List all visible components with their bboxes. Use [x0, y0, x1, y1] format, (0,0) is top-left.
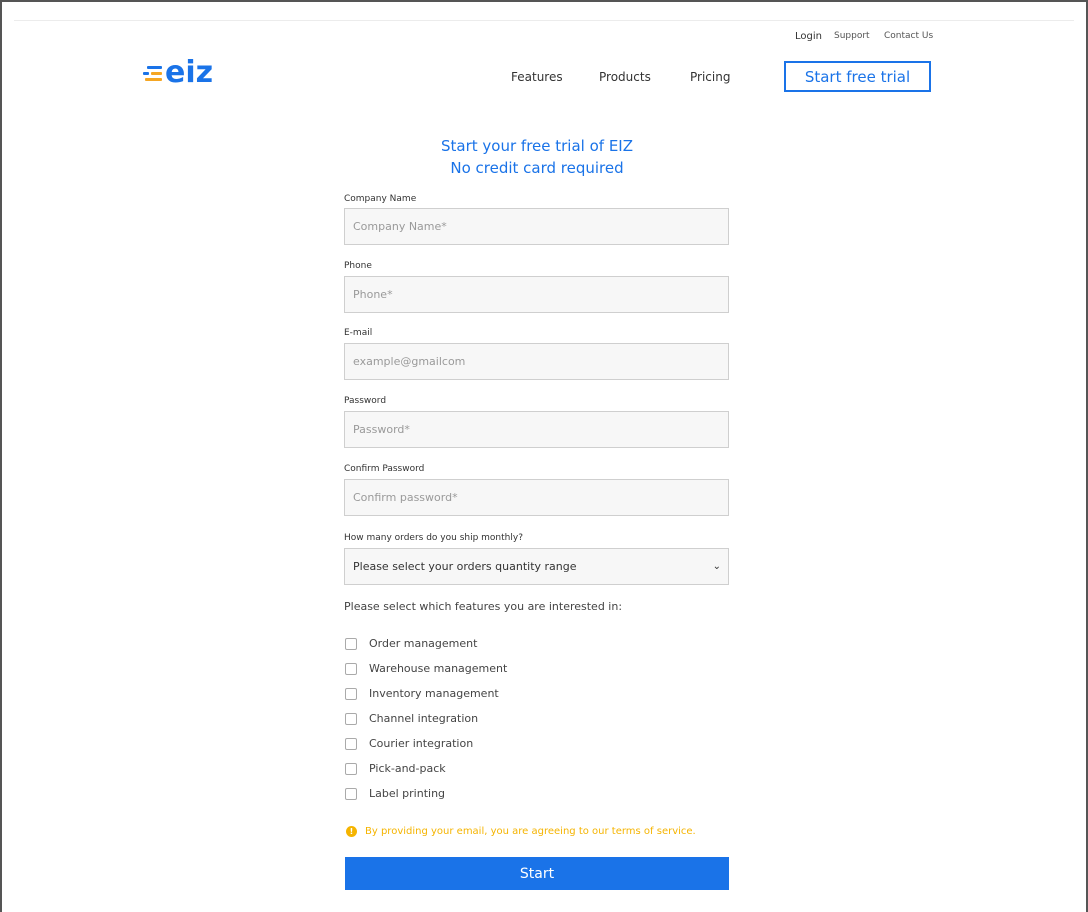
- login-link[interactable]: Login: [795, 31, 822, 42]
- feature-label: Order management: [369, 637, 478, 650]
- phone-input[interactable]: [344, 276, 729, 313]
- header-divider: [14, 20, 1074, 21]
- feature-label: Label printing: [369, 787, 446, 800]
- logo-text: eiz: [165, 55, 214, 90]
- feature-label: Warehouse management: [369, 662, 508, 675]
- feature-checkbox[interactable]: [345, 737, 357, 750]
- feature-option[interactable]: Pick-and-pack: [345, 762, 446, 775]
- terms-notice: ! By providing your email, you are agree…: [346, 826, 696, 837]
- orders-select[interactable]: Please select your orders quantity range…: [344, 548, 729, 585]
- feature-checkbox[interactable]: [345, 637, 357, 650]
- feature-option[interactable]: Order management: [345, 637, 477, 650]
- feature-checkbox[interactable]: [345, 787, 357, 800]
- email-input[interactable]: [344, 343, 729, 380]
- contact-us-link[interactable]: Contact Us: [884, 31, 933, 41]
- confirm-password-input[interactable]: [344, 479, 729, 516]
- nav-products[interactable]: Products: [599, 70, 651, 84]
- terms-notice-text: By providing your email, you are agreein…: [365, 826, 696, 837]
- logo-lines-icon: [143, 64, 162, 82]
- feature-label: Channel integration: [369, 712, 479, 725]
- feature-checkbox[interactable]: [345, 687, 357, 700]
- chevron-down-icon: ⌄: [712, 561, 721, 572]
- feature-label: Inventory management: [369, 687, 499, 700]
- feature-option[interactable]: Label printing: [345, 787, 445, 800]
- password-input[interactable]: [344, 411, 729, 448]
- nav-features[interactable]: Features: [511, 70, 563, 84]
- company-name-label: Company Name: [344, 194, 417, 204]
- feature-label: Pick-and-pack: [369, 762, 446, 775]
- orders-label: How many orders do you ship monthly?: [344, 533, 523, 543]
- support-link[interactable]: Support: [834, 31, 870, 41]
- phone-label: Phone: [344, 261, 372, 271]
- info-icon: !: [346, 826, 357, 837]
- feature-option[interactable]: Inventory management: [345, 687, 499, 700]
- orders-select-value: Please select your orders quantity range: [353, 560, 577, 573]
- feature-option[interactable]: Warehouse management: [345, 662, 507, 675]
- feature-option[interactable]: Channel integration: [345, 712, 478, 725]
- features-title: Please select which features you are int…: [344, 600, 623, 613]
- feature-label: Courier integration: [369, 737, 474, 750]
- nav-pricing[interactable]: Pricing: [690, 70, 730, 84]
- form-heading: Start your free trial of EIZ: [441, 137, 633, 155]
- feature-option[interactable]: Courier integration: [345, 737, 473, 750]
- feature-checkbox[interactable]: [345, 662, 357, 675]
- start-free-trial-button[interactable]: Start free trial: [784, 61, 931, 92]
- password-label: Password: [344, 396, 387, 406]
- feature-checkbox[interactable]: [345, 712, 357, 725]
- company-name-input[interactable]: [344, 208, 729, 245]
- start-button[interactable]: Start: [345, 857, 729, 890]
- email-label: E-mail: [344, 328, 373, 338]
- eiz-logo[interactable]: eiz: [143, 58, 213, 88]
- form-subheading: No credit card required: [450, 159, 624, 177]
- confirm-password-label: Confirm Password: [344, 464, 425, 474]
- feature-checkbox[interactable]: [345, 762, 357, 775]
